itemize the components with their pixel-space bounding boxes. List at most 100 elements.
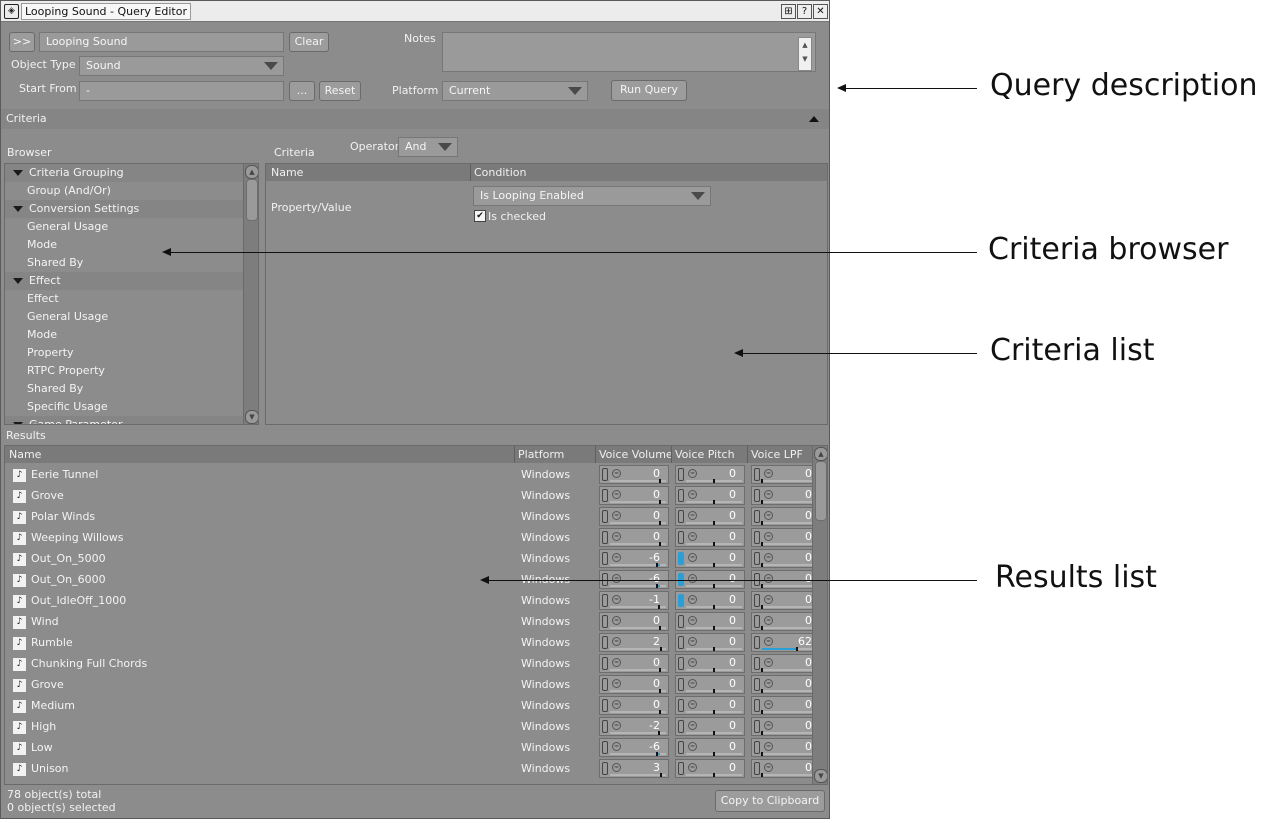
volume-value[interactable]: 2 — [620, 635, 660, 648]
volume-value[interactable]: -6 — [620, 740, 660, 753]
volume-value[interactable]: 0 — [620, 656, 660, 669]
link-icon[interactable] — [754, 594, 760, 607]
link-icon[interactable] — [678, 762, 684, 775]
volume-slider[interactable]: ≈0 — [599, 696, 669, 715]
table-row[interactable]: ♪ High Windows ≈ -2 ≈0 ≈0 — [5, 716, 813, 737]
link-icon[interactable] — [678, 615, 684, 628]
scroll-up-icon[interactable]: ▲ — [245, 165, 258, 179]
lpf-value[interactable]: 0 — [772, 761, 812, 774]
slider-knob[interactable] — [713, 542, 715, 546]
volume-value[interactable]: 0 — [620, 509, 660, 522]
pitch-slider[interactable]: ≈0 — [675, 717, 745, 736]
slider-knob[interactable] — [761, 563, 763, 567]
table-row[interactable]: ♪ Weeping Willows Windows ≈0 ≈0 ≈0 — [5, 527, 813, 548]
pitch-value[interactable]: 0 — [696, 614, 736, 627]
link-icon[interactable] — [678, 552, 684, 565]
lpf-value[interactable]: 0 — [772, 467, 812, 480]
lpf-value[interactable]: 0 — [772, 614, 812, 627]
pitch-slider[interactable]: ≈0 — [675, 612, 745, 631]
lpf-value[interactable]: 0 — [772, 488, 812, 501]
browser-item[interactable]: Shared By — [5, 380, 245, 398]
volume-slider[interactable]: ≈0 — [599, 612, 669, 631]
scroll-thumb[interactable] — [246, 179, 258, 221]
query-name-input[interactable]: Looping Sound — [39, 32, 284, 52]
start-from-input[interactable]: - — [79, 81, 284, 101]
table-row[interactable]: ♪ Polar Winds Windows ≈0 ≈0 ≈0 — [5, 506, 813, 527]
notes-textarea[interactable]: ▲ ▼ — [442, 32, 816, 72]
slider-knob[interactable] — [658, 668, 661, 672]
scroll-thumb[interactable] — [815, 461, 827, 521]
volume-slider[interactable]: ≈ -6 — [599, 738, 669, 757]
lpf-slider[interactable]: ≈62 — [751, 633, 813, 652]
table-row[interactable]: ♪ Unison Windows ≈3 ≈0 ≈0 — [5, 758, 813, 779]
notes-scrollbar[interactable]: ▲ ▼ — [798, 37, 812, 71]
expand-triangle-icon[interactable] — [13, 278, 23, 284]
condition-select[interactable]: Is Looping Enabled — [473, 186, 711, 206]
lpf-value[interactable]: 0 — [772, 740, 812, 753]
volume-value[interactable]: 0 — [620, 467, 660, 480]
volume-value[interactable]: -1 — [620, 593, 660, 606]
scroll-down-icon[interactable]: ▼ — [814, 769, 827, 783]
expand-button[interactable]: >> — [9, 32, 35, 52]
pitch-slider[interactable]: ≈0 — [675, 465, 745, 484]
slider-knob[interactable] — [761, 710, 763, 714]
slider-knob[interactable] — [761, 626, 763, 630]
link-icon[interactable] — [754, 468, 760, 481]
link-icon[interactable] — [754, 552, 760, 565]
table-row[interactable]: ♪ Out_On_5000 Windows ≈ -6 ≈0 ≈0 — [5, 548, 813, 569]
link-icon[interactable] — [678, 741, 684, 754]
link-icon[interactable] — [602, 615, 608, 628]
slider-knob[interactable] — [713, 500, 715, 504]
operator-select[interactable]: And — [398, 137, 458, 157]
volume-slider[interactable]: ≈0 — [599, 465, 669, 484]
table-row[interactable]: ♪ Grove Windows ≈0 ≈0 ≈0 — [5, 485, 813, 506]
lpf-value[interactable]: 0 — [772, 677, 812, 690]
slider-knob[interactable] — [658, 500, 661, 504]
lpf-value[interactable]: 0 — [772, 551, 812, 564]
pitch-value[interactable]: 0 — [696, 551, 736, 564]
link-icon[interactable] — [754, 678, 760, 691]
slider-knob[interactable] — [761, 479, 763, 483]
slider-knob[interactable] — [713, 521, 715, 525]
browser-item[interactable]: General Usage — [5, 308, 245, 326]
slider-knob[interactable] — [761, 521, 763, 525]
is-checked-checkbox[interactable]: ✔ — [474, 210, 486, 222]
volume-value[interactable]: -2 — [620, 719, 660, 732]
link-icon[interactable] — [678, 489, 684, 502]
slider-knob[interactable] — [655, 584, 658, 588]
column-voice-volume[interactable]: Voice Volume — [595, 446, 673, 463]
pitch-value[interactable]: 0 — [696, 656, 736, 669]
volume-slider[interactable]: ≈ -2 — [599, 717, 669, 736]
pitch-slider[interactable]: ≈0 — [675, 507, 745, 526]
volume-slider[interactable]: ≈ -6 — [599, 549, 669, 568]
volume-slider[interactable]: ≈0 — [599, 675, 669, 694]
table-row[interactable]: ♪ Low Windows ≈ -6 ≈0 ≈0 — [5, 737, 813, 758]
link-icon[interactable] — [754, 531, 760, 544]
volume-value[interactable]: 3 — [620, 761, 660, 774]
slider-knob[interactable] — [658, 542, 661, 546]
table-row[interactable]: ♪ Medium Windows ≈0 ≈0 ≈0 — [5, 695, 813, 716]
volume-slider[interactable]: ≈0 — [599, 507, 669, 526]
slider-knob[interactable] — [658, 479, 661, 483]
link-icon[interactable] — [754, 741, 760, 754]
slider-knob[interactable] — [761, 689, 763, 693]
link-icon[interactable] — [602, 468, 608, 481]
link-icon[interactable] — [602, 594, 608, 607]
pitch-value[interactable]: 0 — [696, 488, 736, 501]
pitch-value[interactable]: 0 — [696, 467, 736, 480]
browser-group[interactable]: Criteria Grouping — [5, 164, 245, 182]
column-name[interactable]: Name — [9, 446, 41, 463]
browse-button[interactable]: ... — [289, 81, 315, 101]
pitch-slider[interactable]: ≈0 — [675, 633, 745, 652]
layout-icon[interactable]: ⊞ — [781, 4, 796, 19]
lpf-slider[interactable]: ≈0 — [751, 507, 813, 526]
browser-item[interactable]: RTPC Property — [5, 362, 245, 380]
pitch-value[interactable]: 0 — [696, 530, 736, 543]
slider-knob[interactable] — [660, 773, 663, 777]
link-icon[interactable] — [602, 552, 608, 565]
slider-knob[interactable] — [761, 731, 763, 735]
link-icon[interactable] — [602, 741, 608, 754]
clear-button[interactable]: Clear — [289, 32, 329, 52]
link-icon[interactable] — [678, 678, 684, 691]
browser-item[interactable]: General Usage — [5, 218, 245, 236]
